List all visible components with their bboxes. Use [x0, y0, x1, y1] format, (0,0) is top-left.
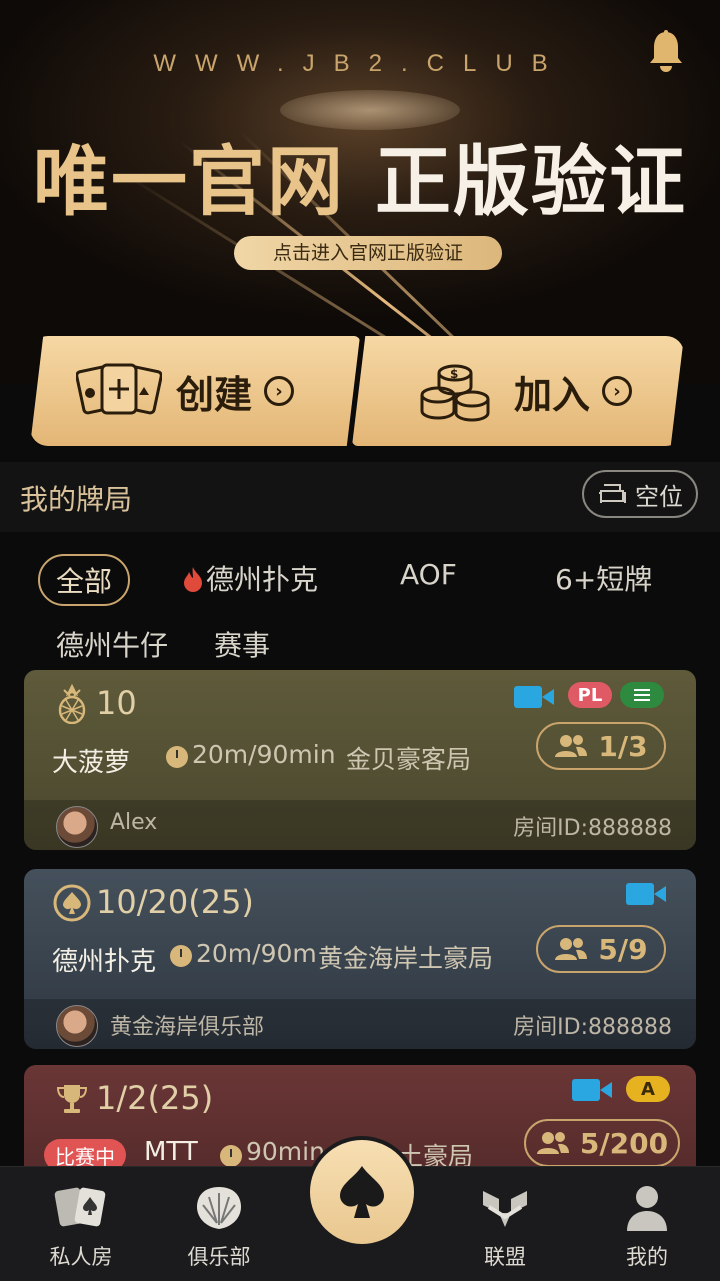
verify-button[interactable]: 点击进入官网正版验证 — [234, 236, 502, 270]
table-card[interactable]: 10 PL 大菠萝 20m/90min 金贝豪客局 1/3 Alex 房间ID:… — [24, 670, 696, 850]
filter-texas[interactable]: 德州扑克 — [180, 558, 318, 598]
players-count: 5/9 — [536, 925, 666, 973]
filter-short-deck[interactable]: 6+短牌 — [555, 558, 652, 598]
tab-club-label: 俱乐部 — [187, 1245, 251, 1269]
clock-icon — [220, 1145, 242, 1167]
join-button[interactable]: $ 加入 › — [352, 336, 684, 446]
pl-badge: PL — [568, 682, 612, 708]
players-count: 5/200 — [524, 1119, 680, 1167]
coins-icon: $ — [420, 364, 490, 422]
game-time: 90min — [246, 1137, 325, 1166]
players-value: 1/3 — [598, 729, 648, 763]
game-type: 大菠萝 — [52, 748, 131, 778]
tab-mine[interactable]: 我的 — [592, 1167, 702, 1281]
tab-private-room[interactable]: 私人房 — [26, 1167, 136, 1281]
tab-alliance-label: 联盟 — [484, 1245, 526, 1269]
level-badge: A — [626, 1076, 670, 1102]
table-name: 金贝豪客局 — [346, 745, 472, 774]
avatar — [56, 1005, 98, 1047]
clock-icon — [166, 746, 188, 768]
owner-name: 黄金海岸俱乐部 — [110, 1015, 265, 1040]
join-label: 加入 — [514, 372, 591, 417]
room-id: 房间ID:888888 — [513, 1015, 672, 1040]
players-value: 5/9 — [598, 932, 648, 966]
avatar — [56, 806, 98, 848]
section-title: 我的牌局 — [20, 483, 133, 516]
tab-mine-label: 我的 — [626, 1245, 668, 1269]
trophy-icon — [56, 1085, 88, 1113]
filter-all[interactable]: 全部 — [38, 554, 131, 606]
tab-club[interactable]: 俱乐部 — [164, 1167, 274, 1281]
headline-gold: 唯一官网 — [33, 137, 345, 226]
video-icon — [514, 686, 554, 708]
chevron-right-icon: › — [602, 376, 633, 406]
clock-icon — [170, 945, 192, 967]
vacant-label: 空位 — [635, 482, 683, 511]
filter-texas-label: 德州扑克 — [206, 563, 319, 596]
game-type: MTT — [144, 1137, 198, 1167]
list-icon — [620, 682, 664, 708]
blinds: 1/2(25) — [96, 1079, 214, 1117]
cards-icon — [54, 1187, 106, 1227]
headline: 唯一官网 正版验证 — [0, 120, 720, 230]
players-value: 5/200 — [579, 1126, 669, 1160]
seat-icon — [599, 484, 626, 503]
section-header: 我的牌局 空位 — [0, 462, 720, 532]
site-url: WWW.JB2.CLUB — [153, 50, 567, 77]
table-card[interactable]: 10/20(25) 德州扑克 20m/90m 黄金海岸土豪局 5/9 黄金海岸俱… — [24, 869, 696, 1049]
video-icon — [626, 883, 666, 905]
fire-icon — [184, 567, 202, 592]
blinds: 10 — [96, 684, 137, 722]
club-shell-icon — [197, 1187, 241, 1229]
svg-text:$: $ — [450, 367, 458, 381]
vacant-seat-button[interactable]: 空位 — [582, 470, 698, 518]
table-name: 黄金海岸土豪局 — [318, 944, 494, 973]
create-label: 创建 — [176, 372, 253, 417]
game-time: 20m/90m — [196, 939, 317, 968]
people-icon — [555, 938, 588, 960]
people-icon — [536, 1132, 569, 1154]
pineapple-icon — [58, 684, 86, 724]
headline-white: 正版验证 — [375, 137, 687, 226]
owner-name: Alex — [110, 810, 158, 835]
spade-circle-icon — [53, 884, 91, 922]
players-count: 1/3 — [536, 722, 666, 770]
alliance-icon — [483, 1191, 527, 1227]
action-bar: 创建 › $ 加入 › — [30, 336, 690, 448]
tab-alliance[interactable]: 联盟 — [450, 1167, 560, 1281]
tab-private-room-label: 私人房 — [49, 1245, 113, 1269]
bell-icon[interactable] — [648, 30, 684, 74]
filter-aof[interactable]: AOF — [400, 558, 457, 591]
filter-tournament[interactable]: 赛事 — [214, 624, 270, 664]
room-id: 房间ID:888888 — [513, 816, 672, 841]
game-time: 20m/90min — [192, 740, 336, 769]
video-icon — [572, 1079, 612, 1101]
game-type: 德州扑克 — [52, 947, 157, 977]
cards-plus-icon — [76, 363, 162, 415]
create-button[interactable]: 创建 › — [30, 336, 360, 446]
chevron-right-icon: › — [264, 376, 295, 406]
user-icon — [627, 1186, 667, 1231]
people-icon — [555, 735, 588, 757]
spade-icon — [340, 1166, 384, 1218]
filter-texas-cowboy[interactable]: 德州牛仔 — [56, 624, 168, 664]
blinds: 10/20(25) — [96, 883, 254, 921]
quick-play-button[interactable] — [306, 1136, 418, 1248]
